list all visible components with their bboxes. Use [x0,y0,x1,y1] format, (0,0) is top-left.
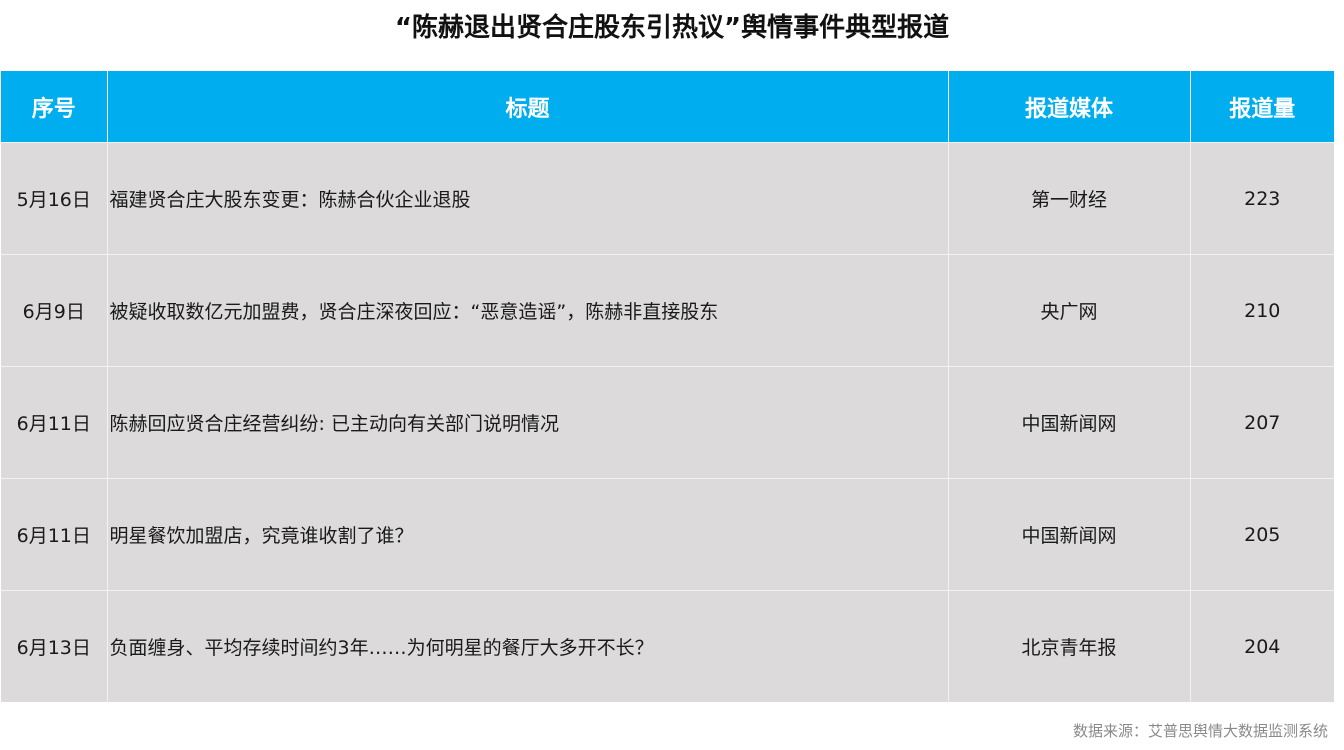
header-date: 序号 [1,71,108,143]
cell-media: 中国新闻网 [948,478,1191,591]
cell-count: 223 [1190,142,1334,255]
cell-headline: 陈赫回应贤合庄经营纠纷: 已主动向有关部门说明情况 [107,366,949,479]
cell-count: 207 [1190,366,1334,479]
cell-headline: 被疑收取数亿元加盟费，贤合庄深夜回应：“恶意造谣”，陈赫非直接股东 [107,254,949,367]
cell-count: 210 [1190,254,1334,367]
cell-date: 6月11日 [1,478,108,591]
cell-date: 6月13日 [1,590,108,702]
header-count: 报道量 [1190,71,1334,143]
cell-date: 6月11日 [1,366,108,479]
cell-media: 央广网 [948,254,1191,367]
cell-date: 5月16日 [1,142,108,255]
header-media: 报道媒体 [948,71,1191,143]
page-title: “陈赫退出贤合庄股东引热议”舆情事件典型报道 [394,13,950,43]
cell-headline: 福建贤合庄大股东变更：陈赫合伙企业退股 [107,142,949,255]
cell-headline: 负面缠身、平均存续时间约3年……为何明星的餐厅大多开不长？ [107,590,949,702]
cell-count: 205 [1190,478,1334,591]
cell-date: 6月9日 [1,254,108,367]
table-row: 6月9日 被疑收取数亿元加盟费，贤合庄深夜回应：“恶意造谣”，陈赫非直接股东 央… [1,254,1334,367]
cell-media: 中国新闻网 [948,366,1191,479]
cell-media: 北京青年报 [948,590,1191,702]
table-row: 6月11日 明星餐饮加盟店，究竟谁收割了谁？ 中国新闻网 205 [1,478,1334,591]
table-row: 6月13日 负面缠身、平均存续时间约3年……为何明星的餐厅大多开不长？ 北京青年… [1,590,1334,702]
report-table: 序号 标题 报道媒体 报道量 5月16日 福建贤合庄大股东变更：陈赫合伙企业退股… [1,71,1334,702]
cell-count: 204 [1190,590,1334,702]
cell-media: 第一财经 [948,142,1191,255]
table-header-row: 序号 标题 报道媒体 报道量 [1,71,1334,143]
cell-headline: 明星餐饮加盟店，究竟谁收割了谁？ [107,478,949,591]
table-row: 5月16日 福建贤合庄大股东变更：陈赫合伙企业退股 第一财经 223 [1,142,1334,255]
data-source-note: 数据来源：艾普思舆情大数据监测系统 [1072,722,1328,740]
header-headline: 标题 [107,71,949,143]
table-row: 6月11日 陈赫回应贤合庄经营纠纷: 已主动向有关部门说明情况 中国新闻网 20… [1,366,1334,479]
